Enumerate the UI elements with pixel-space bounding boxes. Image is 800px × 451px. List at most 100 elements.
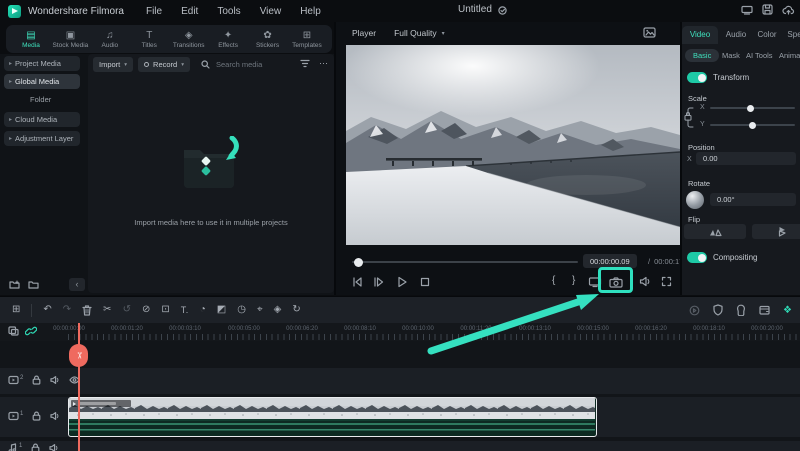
tab-templates[interactable]: ⊞ Templates <box>288 30 326 49</box>
menu-view[interactable]: View <box>260 6 282 17</box>
render-preview-icon[interactable]: ↻ <box>292 304 300 316</box>
text-tool-icon[interactable]: T. <box>181 304 189 316</box>
position-x-input[interactable] <box>696 152 796 165</box>
motion-tracking-icon[interactable]: ⌖ <box>257 304 263 316</box>
fullscreen-icon[interactable] <box>661 276 672 287</box>
collapse-sidebar-button[interactable]: ‹ <box>69 278 85 291</box>
menu-help[interactable]: Help <box>300 6 321 17</box>
seek-handle[interactable] <box>354 258 363 267</box>
sidebar-item-project-media[interactable]: ▸ Project Media <box>4 56 80 71</box>
mute-icon[interactable] <box>50 411 60 421</box>
speed-icon[interactable]: ◔ <box>200 304 206 316</box>
player-label: Player <box>352 28 376 38</box>
play-button[interactable] <box>396 276 408 288</box>
seek-bar[interactable] <box>352 261 578 263</box>
record-button[interactable]: Record ▾ <box>138 57 190 72</box>
tab-media[interactable]: ▤ Media <box>12 30 50 49</box>
keyframe-icon[interactable]: ◈ <box>274 304 282 316</box>
sidebar-item-global-media[interactable]: ▸ Global Media <box>4 74 80 89</box>
scale-y-slider[interactable] <box>710 124 795 126</box>
more-options-icon[interactable]: ⋯ <box>319 58 328 68</box>
lock-icon[interactable] <box>32 375 41 385</box>
scale-y-slider-handle[interactable] <box>749 122 756 129</box>
scale-lock-icon[interactable] <box>684 106 695 129</box>
previous-frame-button[interactable] <box>351 276 363 288</box>
redo-icon[interactable]: ↷ <box>63 304 71 316</box>
ruler-label: 00:00:18:10 <box>679 326 739 332</box>
tab-speed[interactable]: Speed <box>784 26 800 44</box>
sidebar-item-cloud-media[interactable]: ▸ Cloud Media <box>4 112 80 127</box>
tab-audio[interactable]: ♫ Audio <box>91 30 129 49</box>
shield-icon[interactable] <box>713 304 723 316</box>
tab-audio[interactable]: Audio <box>720 26 752 44</box>
save-project-icon[interactable] <box>762 4 773 15</box>
manage-tracks-icon[interactable] <box>8 326 19 336</box>
compositing-toggle[interactable] <box>687 252 707 263</box>
project-status-icon[interactable] <box>498 6 507 15</box>
playback-quality-dropdown[interactable]: Full Quality ▾ <box>394 28 445 38</box>
menu-tools[interactable]: Tools <box>217 6 240 17</box>
menu-edit[interactable]: Edit <box>181 6 198 17</box>
subtab-animation[interactable]: Animation <box>779 49 800 62</box>
video-preview[interactable] <box>346 45 680 245</box>
toolbox-icon[interactable]: ⊞ <box>12 304 20 316</box>
next-frame-button[interactable] <box>373 276 385 288</box>
mark-in-button[interactable]: { <box>552 275 555 286</box>
flip-horizontal-button[interactable] <box>684 224 746 239</box>
tab-effects[interactable]: ✦ Effects <box>209 30 247 49</box>
lock-icon[interactable] <box>31 443 40 451</box>
subtab-mask[interactable]: Mask <box>722 49 740 62</box>
stop-button[interactable] <box>419 276 431 288</box>
tab-stickers[interactable]: ✿ Stickers <box>249 30 287 49</box>
audio-track-1-lane[interactable] <box>0 441 800 451</box>
volume-icon[interactable] <box>639 276 651 287</box>
new-folder-icon[interactable] <box>9 280 20 289</box>
subtab-basic[interactable]: Basic <box>685 49 719 62</box>
menu-file[interactable]: File <box>146 6 162 17</box>
mute-icon[interactable] <box>50 375 60 385</box>
tab-video[interactable]: Video <box>682 26 718 44</box>
timeline-clip[interactable] <box>68 397 597 437</box>
import-folder-illustration[interactable] <box>176 136 246 192</box>
voice-mask-icon[interactable] <box>736 304 746 316</box>
scale-x-slider-handle[interactable] <box>747 105 754 112</box>
plugin-clover-icon[interactable]: ❖ <box>783 305 792 316</box>
snap-link-icon[interactable] <box>25 326 37 336</box>
preview-circle-icon[interactable] <box>689 305 700 316</box>
stopwatch-icon[interactable]: ◷ <box>237 304 246 316</box>
video-track-2-lane[interactable] <box>0 368 800 394</box>
undo-icon[interactable]: ↶ <box>43 304 51 316</box>
mark-out-button[interactable]: } <box>572 275 575 286</box>
lock-icon[interactable] <box>32 411 41 421</box>
subtab-ai-tools[interactable]: AI Tools <box>746 49 773 62</box>
delete-icon[interactable] <box>82 305 92 316</box>
crop-icon[interactable]: ⊡ <box>161 304 169 316</box>
filter-icon[interactable] <box>300 59 310 68</box>
tab-stock-media[interactable]: ▣ Stock Media <box>51 30 89 49</box>
scale-x-slider[interactable] <box>710 107 795 109</box>
search-input[interactable] <box>214 59 288 70</box>
rotate-dial[interactable] <box>686 191 704 209</box>
folder-view-icon[interactable] <box>28 280 39 289</box>
preview-window-icon[interactable] <box>643 27 656 38</box>
mute-icon[interactable] <box>49 443 59 451</box>
transform-toggle[interactable] <box>687 72 707 83</box>
rotate-input[interactable] <box>710 193 796 206</box>
mask-icon[interactable]: ⊘ <box>142 304 150 316</box>
tab-titles[interactable]: T Titles <box>130 30 168 49</box>
tab-color[interactable]: Color <box>752 26 782 44</box>
export-folder-icon[interactable] <box>759 305 770 315</box>
playhead-line[interactable] <box>78 323 80 451</box>
split-scissors-icon[interactable]: ✂ <box>103 304 111 316</box>
sidebar-item-folder[interactable]: Folder <box>30 95 51 104</box>
cloud-upload-icon[interactable] <box>782 5 795 15</box>
timeline-ruler[interactable]: 00:00:00:00 00:00:01:20 00:00:03:10 00:0… <box>0 323 800 341</box>
screen-recorder-icon[interactable] <box>741 5 753 15</box>
trim-icon[interactable]: ↺ <box>123 304 131 316</box>
flip-vertical-button[interactable] <box>752 224 800 239</box>
import-button[interactable]: Import ▾ <box>93 57 133 72</box>
tab-transitions[interactable]: ◈ Transitions <box>170 30 208 49</box>
sidebar-item-adjustment-layer[interactable]: ▸ Adjustment Layer <box>4 131 80 146</box>
chroma-key-icon[interactable]: ◩ <box>217 304 226 316</box>
playhead-split-handle[interactable]: ✂ <box>69 344 88 367</box>
